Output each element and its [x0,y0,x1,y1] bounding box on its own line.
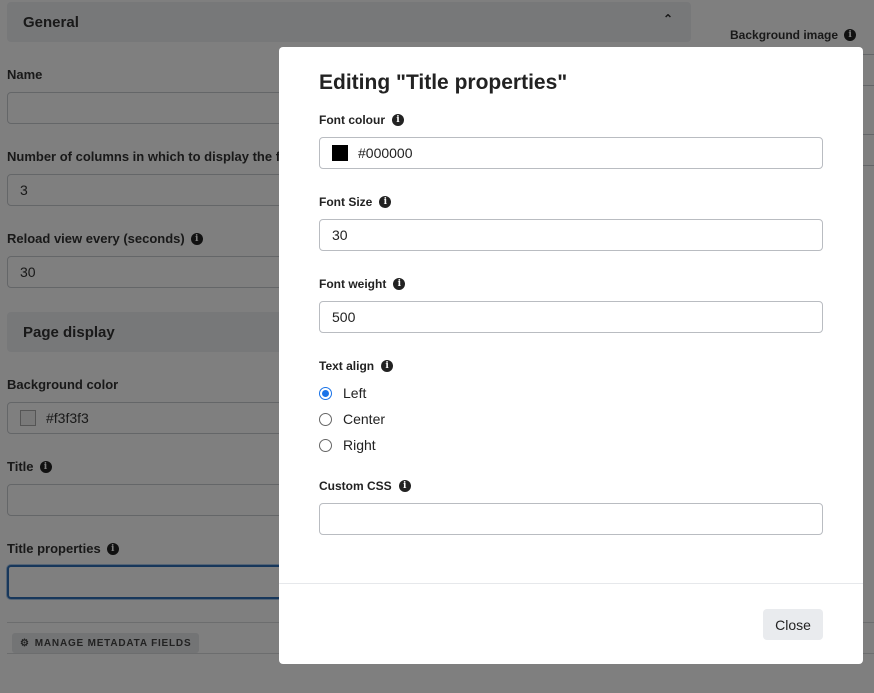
radio-button[interactable] [319,386,332,400]
font-size-value: 30 [332,227,348,243]
text-align-label-text: Text align [319,359,375,373]
radio-option-left[interactable]: Left [319,385,366,401]
radio-label: Right [343,437,376,453]
custom-css-label: Custom CSS i [319,479,411,493]
modal-dialog: Editing "Title properties" Font colour i… [279,47,863,664]
modal-title: Editing "Title properties" [319,71,568,94]
radio-label: Left [343,385,367,401]
radio-option-center[interactable]: Center [319,411,385,427]
modal-footer-divider [279,583,863,584]
custom-css-input[interactable] [319,503,823,535]
custom-css-label-text: Custom CSS [319,479,392,493]
color-swatch[interactable] [332,145,348,161]
radio-button[interactable] [319,412,332,426]
text-align-label: Text align i [319,359,394,373]
info-icon[interactable]: i [393,278,406,290]
font-colour-value: #000000 [358,145,413,161]
info-icon[interactable]: i [392,114,404,126]
font-weight-value: 500 [332,309,356,325]
font-colour-label: Font colour i [319,113,404,127]
font-weight-input[interactable]: 500 [319,301,823,333]
info-icon[interactable]: i [379,196,392,208]
radio-label: Center [343,411,386,427]
radio-option-right[interactable]: Right [319,437,376,453]
info-icon[interactable]: i [381,360,394,372]
font-size-input[interactable]: 30 [319,219,823,251]
font-colour-input[interactable]: #000000 [319,137,823,169]
font-weight-label-text: Font weight [319,277,387,291]
font-weight-label: Font weight i [319,277,406,291]
info-icon[interactable]: i [398,480,411,492]
radio-button[interactable] [319,438,332,452]
font-size-label-text: Font Size [319,195,373,209]
font-size-label: Font Size i [319,195,392,209]
font-colour-label-text: Font colour [319,113,385,127]
close-button[interactable]: Close [763,609,823,640]
